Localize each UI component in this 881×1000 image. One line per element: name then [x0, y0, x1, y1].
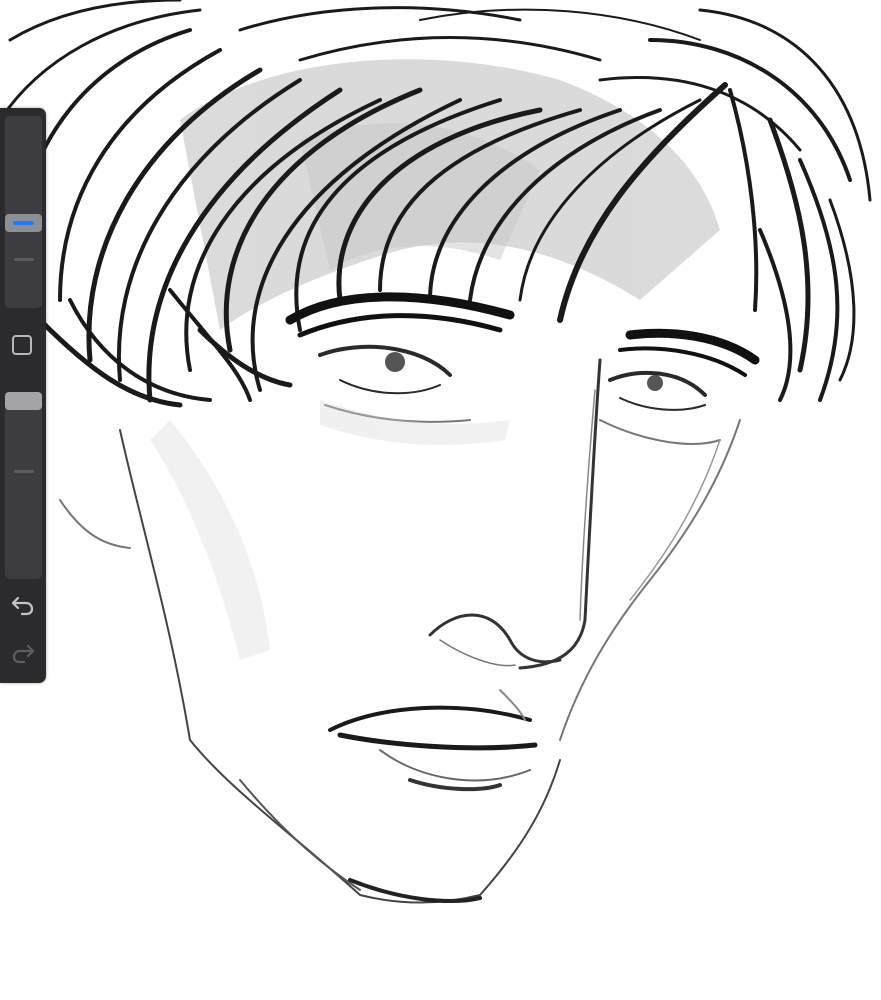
redo-button[interactable] [10, 642, 36, 664]
brush-size-slider[interactable] [5, 116, 42, 308]
modify-button[interactable] [11, 334, 33, 356]
side-toolbar [0, 108, 46, 683]
eyebrows [285, 292, 760, 377]
opacity-slider-thumb[interactable] [5, 392, 42, 410]
undo-button[interactable] [10, 594, 36, 616]
brush-size-slider-thumb[interactable] [5, 214, 42, 232]
face-shading [150, 400, 510, 660]
brush-size-slider-tick [14, 258, 34, 261]
opacity-slider[interactable] [5, 392, 42, 579]
opacity-slider-tick [14, 470, 34, 473]
mouth [328, 689, 538, 792]
redo-icon [12, 644, 35, 664]
square-icon [12, 335, 32, 355]
undo-icon [11, 596, 34, 616]
drawing-canvas[interactable] [0, 0, 881, 1000]
sketch-artwork [0, 0, 872, 904]
